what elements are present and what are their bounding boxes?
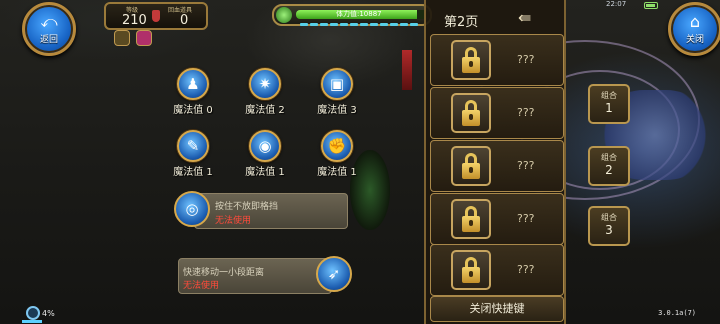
combo-number: 2 xyxy=(605,163,613,177)
shortcut-slot[interactable]: ??? xyxy=(430,140,564,192)
level-potion-panel: 等级 210 回血道具 0 xyxy=(104,2,208,30)
skill-slot[interactable]: ♟ 魔法值 0 xyxy=(163,68,223,116)
experience-ring-icon xyxy=(26,306,40,320)
skill-slot[interactable]: ✎ 魔法值 1 xyxy=(163,130,223,178)
skill-mana-label: 魔法值 3 xyxy=(317,105,357,116)
back-button-label: 返回 xyxy=(39,34,58,45)
block-skill-card[interactable]: 按住不放即格挡 无法使用 xyxy=(194,193,348,229)
lock-icon xyxy=(451,250,491,290)
dash-skill-card[interactable]: 快速移动一小段距离 无法使用 xyxy=(178,258,332,294)
battery-icon xyxy=(644,2,658,9)
slot-label: ??? xyxy=(517,106,535,119)
skill-slot[interactable]: ▣ 魔法值 3 xyxy=(307,68,367,116)
skill-mana-label: 魔法值 0 xyxy=(173,105,213,116)
gift-icon[interactable] xyxy=(136,30,152,46)
shortcut-panel: 第2页 ⇚ ??? ??? ??? ??? ??? 关闭快捷键 xyxy=(424,0,566,324)
combo-label: 组合 xyxy=(601,213,617,222)
skill-slot[interactable]: ◉ 魔法值 1 xyxy=(235,130,295,178)
combo-label: 组合 xyxy=(601,153,617,162)
potion-value: 0 xyxy=(180,13,189,28)
page-label: 第2页 xyxy=(444,15,479,30)
slot-label: ??? xyxy=(517,263,535,276)
combo-button-2[interactable]: 组合 2 xyxy=(588,146,630,186)
green-figure-icon: ♟ xyxy=(177,68,209,100)
skill-mana-label: 魔法值 1 xyxy=(173,167,213,178)
shield-icon: ◎ xyxy=(174,191,210,227)
buff-icon[interactable] xyxy=(114,30,130,46)
skill-slot[interactable]: ✷ 魔法值 2 xyxy=(235,68,295,116)
card-status: 无法使用 xyxy=(183,281,220,291)
level-value: 210 xyxy=(122,13,147,28)
shortcut-slot[interactable]: ??? xyxy=(430,87,564,139)
fist-icon: ✊ xyxy=(321,130,353,162)
lock-icon xyxy=(451,146,491,186)
combo-button-3[interactable]: 组合 3 xyxy=(588,206,630,246)
experience-bar xyxy=(22,320,42,323)
background-figure xyxy=(402,50,412,90)
card-description: 按住不放即格挡 xyxy=(215,202,279,212)
home-icon: ⌂ xyxy=(689,11,701,31)
feather-icon: ✎ xyxy=(177,130,209,162)
lock-icon xyxy=(451,199,491,239)
shortcut-header: 第2页 ⇚ xyxy=(426,4,568,34)
mana-segments xyxy=(300,23,418,26)
version-label: 3.0.1a(7) xyxy=(658,309,696,317)
shortcut-slot[interactable]: ??? xyxy=(430,244,564,296)
skill-mana-label: 魔法值 1 xyxy=(245,167,285,178)
star-burst-icon: ✷ xyxy=(249,68,281,100)
shortcut-slot[interactable]: ??? xyxy=(430,34,564,86)
combo-label: 组合 xyxy=(601,91,617,100)
eye-icon: ◉ xyxy=(249,130,281,162)
chest-icon: ▣ xyxy=(321,68,353,100)
combo-button-1[interactable]: 组合 1 xyxy=(588,84,630,124)
close-main-label: 关闭 xyxy=(685,34,704,45)
close-shortcuts-button[interactable]: 关闭快捷键 xyxy=(430,296,564,322)
potion-flask-icon xyxy=(152,10,160,22)
combo-number: 3 xyxy=(605,223,613,237)
experience-percent: 4% xyxy=(42,309,55,318)
skill-mana-label: 魔法值 1 xyxy=(317,167,357,178)
card-status: 无法使用 xyxy=(215,216,252,226)
lock-icon xyxy=(451,93,491,133)
stamina-text: 体力值:10887 xyxy=(336,10,382,18)
slot-label: ??? xyxy=(517,212,535,225)
card-description: 快速移动一小段距离 xyxy=(183,268,265,278)
combo-number: 1 xyxy=(605,101,613,115)
slot-label: ??? xyxy=(517,53,535,66)
skill-mana-label: 魔法值 2 xyxy=(245,105,285,116)
boot-icon: ➶ xyxy=(316,256,352,292)
return-arrow-icon: ⤺ xyxy=(40,11,58,31)
page-back-arrow-icon[interactable]: ⇚ xyxy=(518,8,531,27)
stamina-orb-icon xyxy=(276,7,292,23)
shortcut-slot[interactable]: ??? xyxy=(430,193,564,245)
back-button[interactable]: ⤺ 返回 xyxy=(22,2,76,56)
slot-label: ??? xyxy=(517,159,535,172)
close-main-button[interactable]: ⌂ 关闭 xyxy=(668,2,720,56)
lock-icon xyxy=(451,40,491,80)
skill-slot[interactable]: ✊ 魔法值 1 xyxy=(307,130,367,178)
